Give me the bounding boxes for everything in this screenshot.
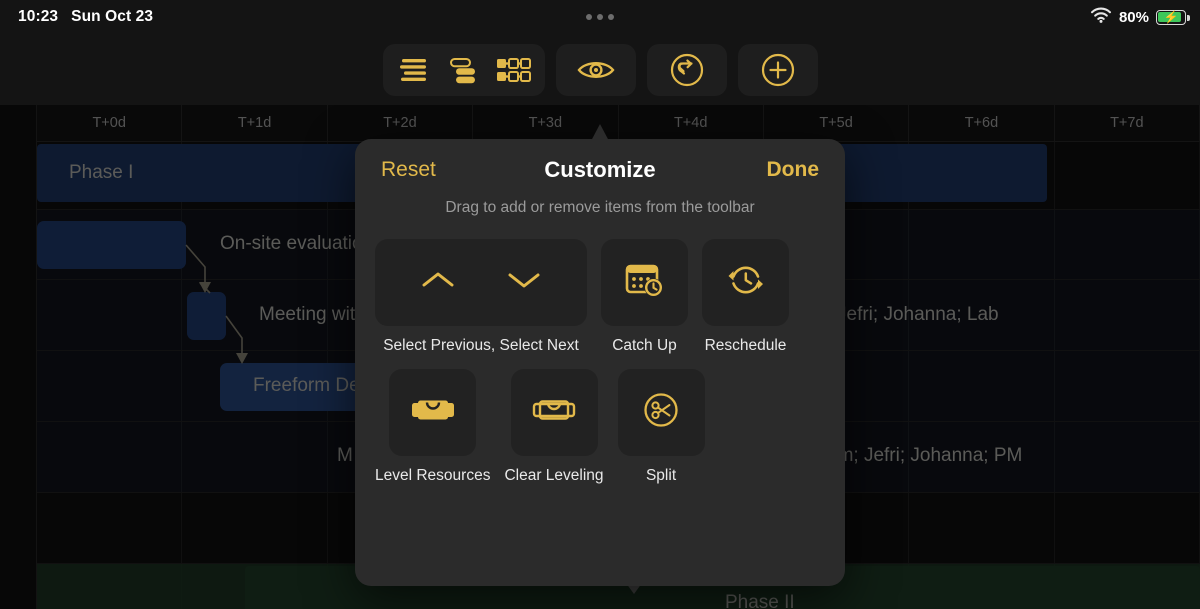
split-label: Split [645,466,677,484]
select-previous-next-item[interactable]: Select Previous, Select Next [375,239,587,355]
level-resources-tile[interactable] [389,368,477,456]
level-resources-label: Level Resources [375,466,491,484]
popover-subtitle: Drag to add or remove items from the too… [445,199,755,216]
popover-header: Reset Customize Done [355,139,845,201]
undo-arrow-circle-icon [670,53,704,87]
select-previous-next-label: Select Previous, Select Next [383,337,579,354]
select-previous-next-tile[interactable] [375,239,587,326]
calendar-clock-icon [624,260,666,305]
chevron-up-icon[interactable] [419,268,457,297]
spirit-level-filled-icon [410,396,456,429]
clear-leveling-label: Clear Leveling [504,466,604,484]
clear-leveling-tile[interactable] [510,368,598,456]
clock-refresh-icon [725,260,767,305]
clear-leveling-item[interactable]: Clear Leveling [504,368,604,485]
plus-circle-icon [761,53,795,87]
undo-button[interactable] [653,48,721,92]
hierarchy-view-button[interactable] [439,48,489,92]
ipad-screen: T+0d T+1d T+2d T+3d T+4d T+5d T+6d T+7d … [0,0,1200,609]
app-toolbar [0,34,1200,105]
reschedule-item[interactable]: Reschedule [702,239,789,355]
popover-pointer-arrow [582,122,618,140]
outline-list-icon [398,56,430,84]
wifi-icon [1090,7,1112,28]
catch-up-item[interactable]: Catch Up [601,239,688,355]
split-tile[interactable] [617,368,705,456]
scissors-circle-icon [641,390,681,435]
network-diagram-icon [496,56,532,84]
eye-icon [576,56,616,84]
reschedule-tile[interactable] [702,239,789,326]
status-date: Sun Oct 23 [71,8,154,25]
reset-button[interactable]: Reset [381,158,436,182]
status-time: 10:23 [18,8,59,25]
customize-items-grid: Select Previous, Select Next Catch Up Re… [355,217,845,485]
customize-toolbar-popover: Reset Customize Done Drag to add or remo… [355,139,845,586]
battery-percent: 80% [1118,8,1149,26]
add-button[interactable] [744,48,812,92]
customize-items-row-2: Level Resources Clear Leveling Split [375,368,825,485]
more-dots-icon[interactable] [586,14,614,20]
catch-up-label: Catch Up [612,337,677,354]
split-item[interactable]: Split [617,368,705,485]
spirit-level-outline-icon [531,396,577,429]
visibility-button[interactable] [562,48,630,92]
hierarchy-icon [448,56,480,84]
toolbar-group-add [737,43,818,96]
done-button[interactable]: Done [767,158,820,182]
network-view-button[interactable] [489,48,539,92]
toolbar-group-visibility [555,43,636,96]
status-bar: 10:23 Sun Oct 23 80% ⚡ [0,0,1200,34]
chevron-down-icon[interactable] [505,268,543,297]
reschedule-label: Reschedule [704,337,787,354]
toolbar-group-views [382,43,545,96]
customize-items-row-1: Select Previous, Select Next Catch Up Re… [375,239,825,355]
catch-up-tile[interactable] [601,239,688,326]
toolbar-group-undo [646,43,727,96]
outline-view-button[interactable] [389,48,439,92]
level-resources-item[interactable]: Level Resources [375,368,491,485]
battery-charging-icon: ⚡ [1156,9,1190,25]
